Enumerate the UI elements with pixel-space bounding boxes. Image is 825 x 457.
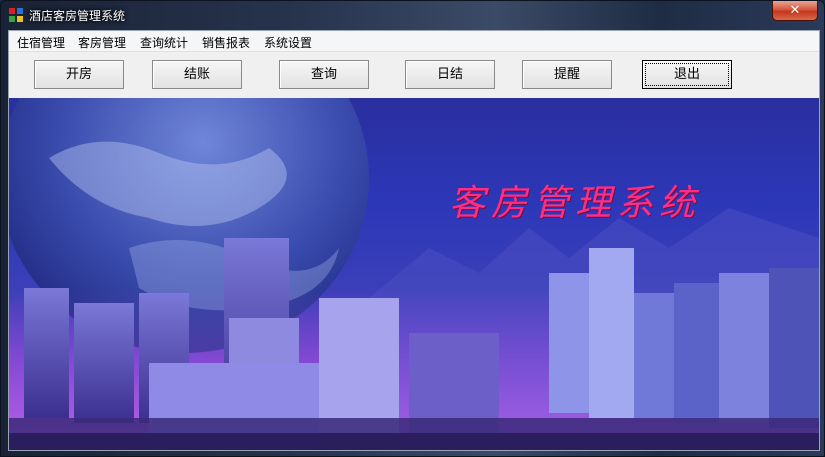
app-icon [9, 8, 23, 22]
menu-sales-report[interactable]: 销售报表 [202, 34, 250, 51]
main-window: 酒店客房管理系统 ✕ 住宿管理 客房管理 查询统计 销售报表 系统设置 开房 结… [0, 0, 825, 457]
menu-lodging[interactable]: 住宿管理 [17, 34, 65, 51]
title-bar[interactable]: 酒店客房管理系统 ✕ [1, 1, 824, 29]
menu-query-stats[interactable]: 查询统计 [140, 34, 188, 51]
banner-title: 客房管理系统 [449, 183, 702, 224]
exit-button[interactable]: 退出 [642, 60, 732, 89]
checkout-button[interactable]: 结账 [152, 60, 242, 89]
toolbar: 开房 结账 查询 日结 提醒 退出 [9, 52, 819, 98]
client-area: 住宿管理 客房管理 查询统计 销售报表 系统设置 开房 结账 查询 日结 提醒 … [8, 30, 820, 451]
query-button[interactable]: 查询 [279, 60, 369, 89]
window-title: 酒店客房管理系统 [29, 9, 126, 23]
banner-image: 客房管理系统 [9, 98, 819, 450]
city-skyline-illustration [9, 98, 819, 450]
menu-bar: 住宿管理 客房管理 查询统计 销售报表 系统设置 [9, 31, 819, 52]
daily-close-button[interactable]: 日结 [405, 60, 495, 89]
close-button[interactable]: ✕ [772, 1, 818, 21]
menu-system-settings[interactable]: 系统设置 [264, 34, 312, 51]
reminder-button[interactable]: 提醒 [522, 60, 612, 89]
menu-rooms[interactable]: 客房管理 [78, 34, 126, 51]
open-room-button[interactable]: 开房 [34, 60, 124, 89]
